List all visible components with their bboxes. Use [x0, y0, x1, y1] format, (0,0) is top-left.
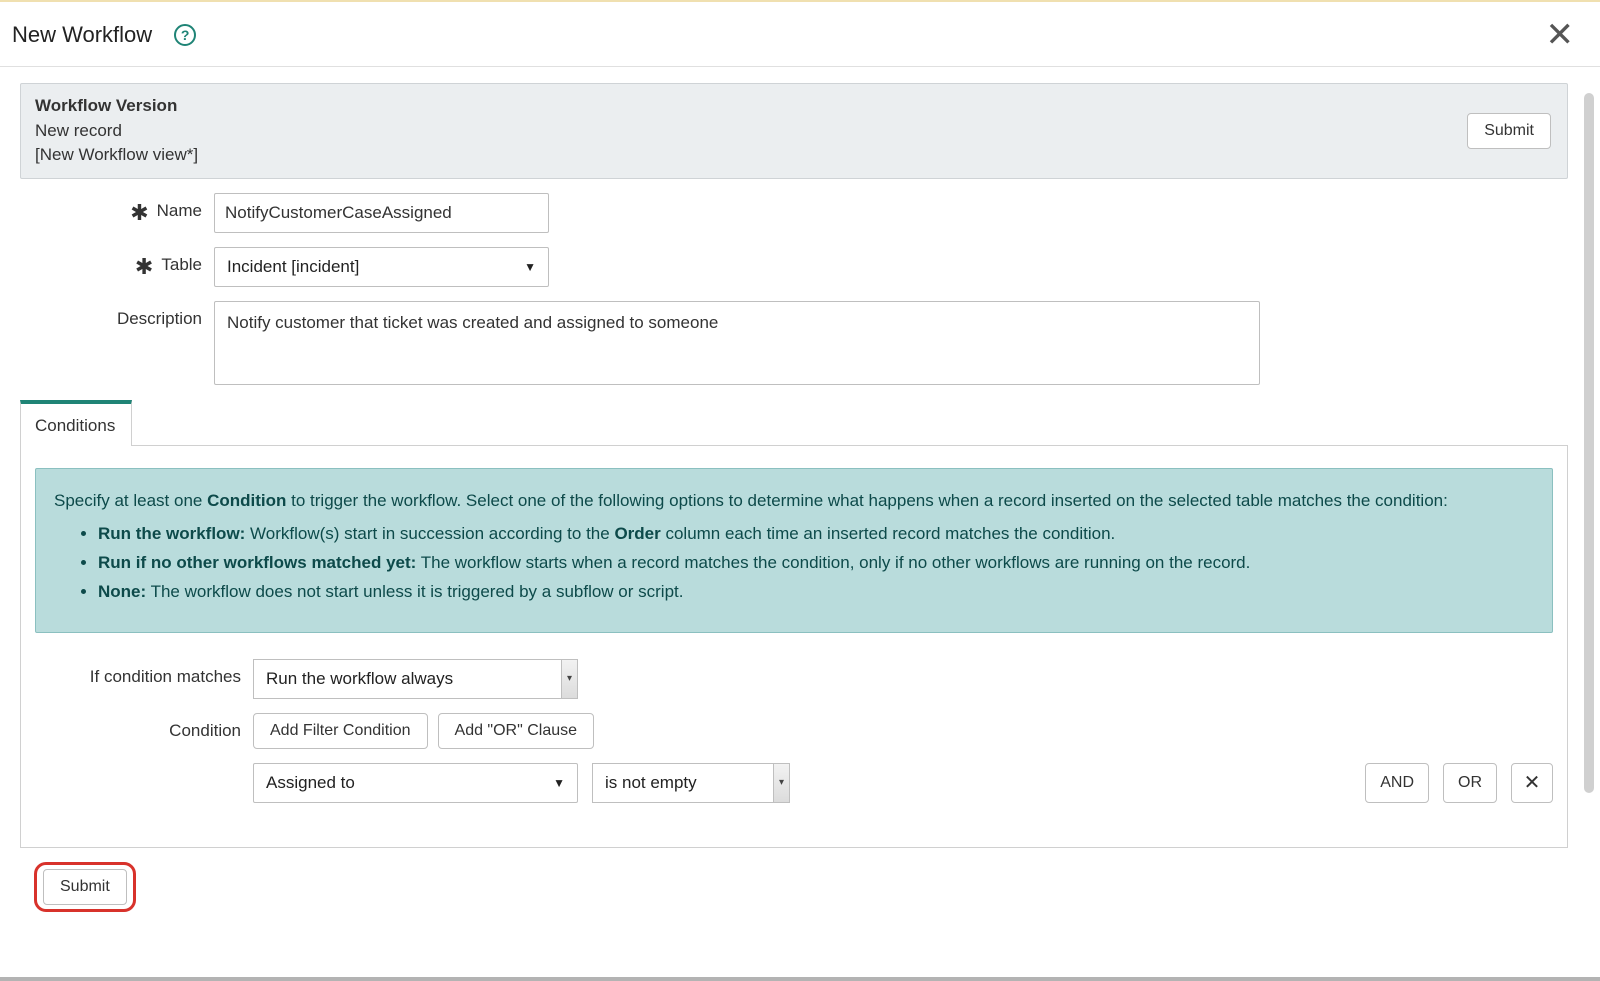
condition-operator-select[interactable]: is not empty ▾ — [592, 763, 790, 803]
help-icon[interactable]: ? — [174, 24, 196, 46]
condition-operator-value: is not empty — [605, 773, 697, 793]
condition-remove-button[interactable]: ✕ — [1511, 763, 1553, 803]
condition-field-value: Assigned to — [266, 773, 355, 793]
record-title: Workflow Version — [35, 94, 198, 119]
close-icon: ✕ — [1524, 770, 1541, 795]
submit-button-bottom[interactable]: Submit — [43, 869, 127, 905]
condition-label: Condition — [41, 713, 253, 741]
conditions-info-callout: Specify at least one Condition to trigge… — [35, 468, 1553, 633]
table-select-value: Incident [incident] — [227, 257, 359, 277]
mandatory-icon: ✱ — [130, 205, 148, 220]
if-condition-matches-select[interactable]: Run the workflow always ▾ — [253, 659, 578, 699]
name-label: ✱Name — [32, 193, 214, 221]
chevron-down-icon: ▼ — [524, 260, 536, 274]
submit-button-top[interactable]: Submit — [1467, 113, 1551, 149]
name-input[interactable] — [214, 193, 549, 233]
new-workflow-modal: New Workflow ? ✕ Workflow Version New re… — [0, 0, 1600, 981]
if-condition-matches-value: Run the workflow always — [266, 669, 453, 689]
chevron-down-icon: ▾ — [773, 764, 789, 802]
condition-or-button[interactable]: OR — [1443, 763, 1497, 803]
scrollbar-thumb[interactable] — [1584, 93, 1594, 793]
tab-conditions-body: Specify at least one Condition to trigge… — [20, 446, 1568, 848]
description-label: Description — [32, 301, 214, 329]
add-filter-condition-button[interactable]: Add Filter Condition — [253, 713, 428, 749]
record-header-panel: Workflow Version New record [New Workflo… — [20, 83, 1568, 179]
condition-field-select[interactable]: Assigned to ▼ — [253, 763, 578, 803]
table-select[interactable]: Incident [incident] ▼ — [214, 247, 549, 287]
record-view-note: [New Workflow view*] — [35, 143, 198, 168]
chevron-down-icon: ▾ — [561, 660, 577, 698]
modal-title: New Workflow — [12, 22, 152, 48]
modal-header: New Workflow ? ✕ — [0, 2, 1600, 66]
tab-conditions[interactable]: Conditions — [20, 400, 132, 446]
table-label: ✱Table — [32, 247, 214, 275]
add-or-clause-button[interactable]: Add "OR" Clause — [438, 713, 595, 749]
description-textarea[interactable]: Notify customer that ticket was created … — [214, 301, 1260, 385]
condition-and-button[interactable]: AND — [1365, 763, 1429, 803]
submit-highlight: Submit — [34, 862, 136, 912]
mandatory-icon: ✱ — [135, 259, 153, 274]
close-icon[interactable]: ✕ — [1546, 18, 1581, 52]
scrollbar[interactable] — [1584, 93, 1594, 793]
chevron-down-icon: ▼ — [553, 776, 565, 790]
if-condition-matches-label: If condition matches — [41, 659, 253, 687]
record-subtitle: New record — [35, 119, 198, 144]
